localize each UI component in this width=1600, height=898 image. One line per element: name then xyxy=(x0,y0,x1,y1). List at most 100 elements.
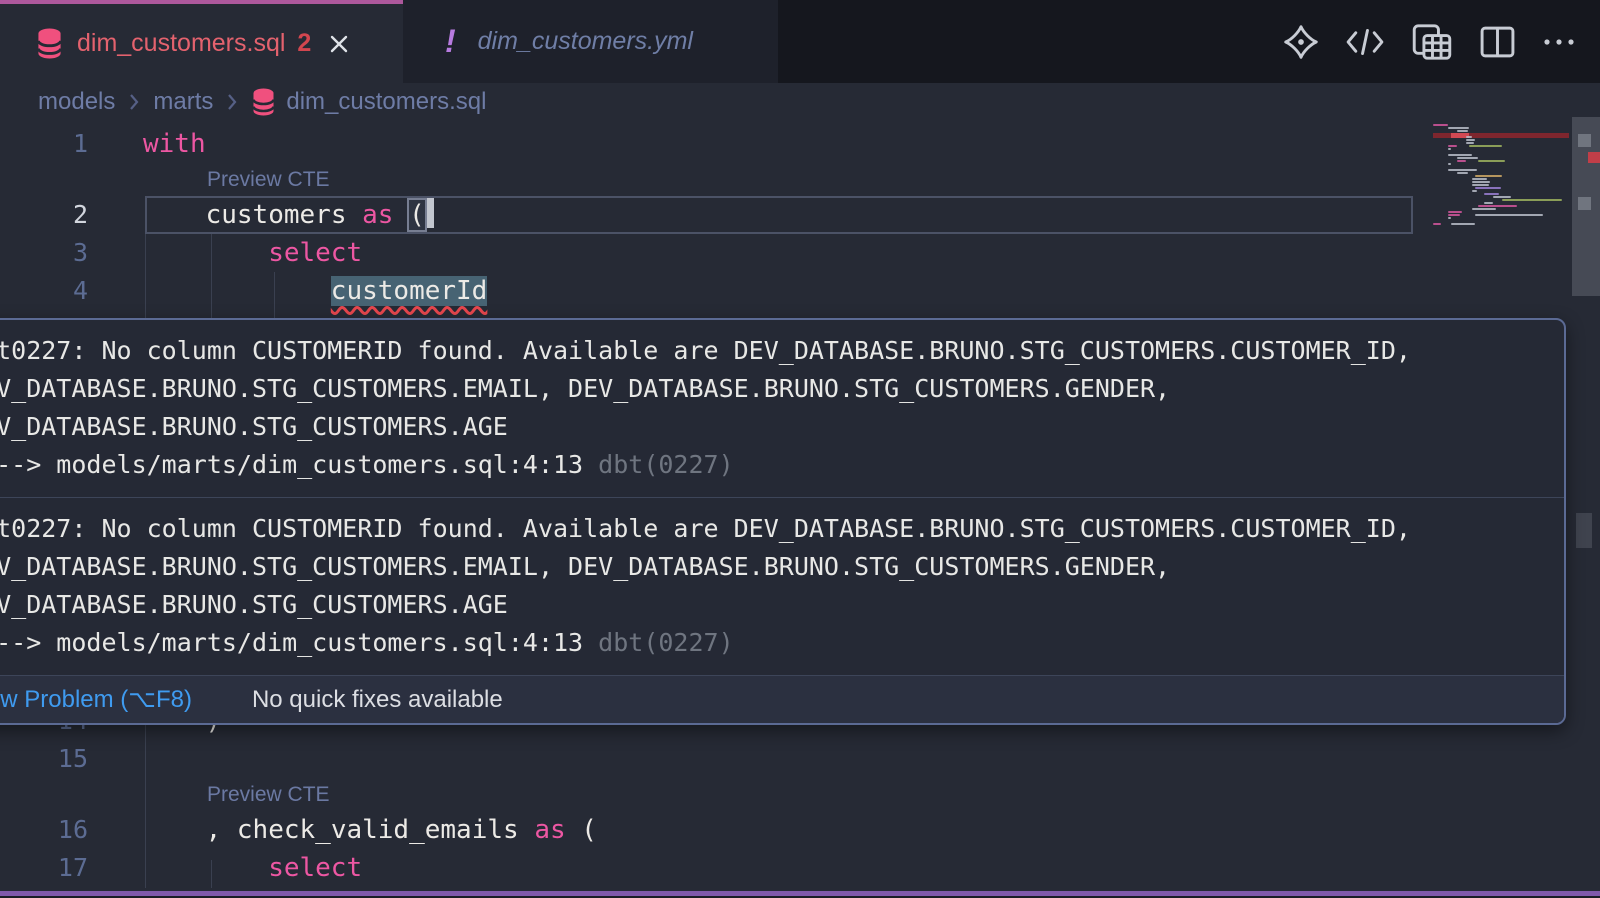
error-messages: dbt0227: No column CUSTOMERID found. Ava… xyxy=(0,320,1564,675)
minimap-code-line xyxy=(1472,178,1487,180)
chevron-right-icon xyxy=(128,92,140,112)
minimap-code-line xyxy=(1451,223,1475,225)
code-line-1[interactable]: 1with xyxy=(0,125,1600,163)
minimap-code-line xyxy=(1448,217,1451,219)
line-number: 17 xyxy=(0,849,88,887)
error-location-line: --> models/marts/dim_customers.sql:4:13 … xyxy=(0,446,1564,484)
minimap-code-line xyxy=(1472,184,1489,186)
error-message-line: dbt0227: No column CUSTOMERID found. Ava… xyxy=(0,510,1564,548)
minimap-code-line xyxy=(1475,187,1501,189)
warning-icon: ! xyxy=(445,23,456,60)
minimap-code-line xyxy=(1448,163,1451,165)
minimap-code-line xyxy=(1448,145,1457,147)
minimap-code-line xyxy=(1448,214,1460,216)
minimap-code-line xyxy=(1472,181,1490,183)
codelens-link[interactable]: Preview CTE xyxy=(207,168,330,191)
tab-error-count-badge: 2 xyxy=(297,29,311,58)
error-source-code: dbt(0227) xyxy=(583,450,734,479)
tab-bar: dim_customers.sql 2 ! dim_customers.yml xyxy=(0,0,1600,83)
minimap-code-line xyxy=(1466,139,1475,141)
minimap-code-line xyxy=(1457,130,1468,132)
code-text: select xyxy=(268,234,362,272)
line-number: 4 xyxy=(0,272,88,310)
error-message-line: DEV_DATABASE.BRUNO.STG_CUSTOMERS.AGE xyxy=(0,408,1564,446)
close-icon[interactable] xyxy=(327,32,351,56)
codelens-preview-cte: Preview CTE xyxy=(0,163,1600,196)
overview-ruler-marker xyxy=(1576,513,1592,548)
no-quick-fixes-label: No quick fixes available xyxy=(252,686,503,714)
codelens-link[interactable]: Preview CTE xyxy=(207,783,330,806)
error-location-line: --> models/marts/dim_customers.sql:4:13 … xyxy=(0,624,1564,662)
code-line-3[interactable]: 3 select xyxy=(0,234,1600,272)
code-rows-top: 1with Preview CTE 2 customers as ( 3 select 4 c… xyxy=(0,125,1600,310)
editor-actions xyxy=(1283,0,1600,83)
line-number: 1 xyxy=(0,125,88,163)
text-cursor xyxy=(427,198,434,228)
minimap-code-line xyxy=(1469,145,1502,147)
dbt-logo-icon[interactable] xyxy=(1283,24,1319,60)
minimap-code-line xyxy=(1478,160,1505,162)
minimap-code-line xyxy=(1448,211,1462,213)
tab-label: dim_customers.yml xyxy=(478,27,693,56)
database-icon xyxy=(36,28,63,59)
minimap-code-line xyxy=(1493,196,1511,198)
line-number: 15 xyxy=(0,740,88,778)
breadcrumb: models marts dim_customers.sql xyxy=(0,83,1600,120)
minimap-code-line xyxy=(1466,136,1472,138)
minimap-code-line xyxy=(1448,154,1472,156)
minimap-code-line xyxy=(1457,172,1468,174)
line-number: 2 xyxy=(0,196,88,234)
split-editor-icon[interactable] xyxy=(1479,25,1516,59)
tab-label: dim_customers.sql xyxy=(77,29,285,58)
error-message-line: DEV_DATABASE.BRUNO.STG_CUSTOMERS.EMAIL, … xyxy=(0,548,1564,586)
error-message-block: dbt0227: No column CUSTOMERID found. Ava… xyxy=(0,320,1564,497)
minimap-code-line xyxy=(1448,148,1451,150)
code-text: select xyxy=(268,849,362,887)
breadcrumb-item-marts[interactable]: marts xyxy=(153,88,213,116)
error-message-line: DEV_DATABASE.BRUNO.STG_CUSTOMERS.AGE xyxy=(0,586,1564,624)
tab-dim-customers-sql[interactable]: dim_customers.sql 2 xyxy=(0,0,403,83)
minimap-code-line xyxy=(1475,175,1502,177)
error-message-line: dbt0227: No column CUSTOMERID found. Ava… xyxy=(0,332,1564,370)
minimap-code-line xyxy=(1478,205,1517,207)
breadcrumb-file[interactable]: dim_customers.sql xyxy=(286,88,486,116)
minimap-code-line xyxy=(1475,214,1543,216)
code-text: customers as ( xyxy=(206,196,434,234)
error-token: customerId xyxy=(331,276,488,306)
code-line-4[interactable]: 4 customerId xyxy=(0,272,1600,310)
code-line-2[interactable]: 2 customers as ( xyxy=(0,196,1600,234)
tab-dim-customers-yml[interactable]: ! dim_customers.yml xyxy=(403,0,778,83)
minimap-code-line xyxy=(1433,223,1441,225)
query-results-icon[interactable] xyxy=(1411,22,1453,62)
minimap-code-line xyxy=(1502,199,1562,201)
overview-ruler-marker xyxy=(1588,152,1600,163)
overview-ruler-marker xyxy=(1578,134,1591,147)
code-line-16[interactable]: 16, check_valid_emails as ( xyxy=(0,811,1600,849)
editor-window: dim_customers.sql 2 ! dim_customers.yml xyxy=(0,0,1600,898)
error-source-code: dbt(0227) xyxy=(583,628,734,657)
minimap-code-line xyxy=(1448,169,1477,171)
chevron-right-icon xyxy=(226,92,238,112)
minimap-error-line xyxy=(1433,133,1569,138)
code-rows-bottom: 14)15Preview CTE16, check_valid_emails a… xyxy=(0,702,1600,887)
minimap-code-line xyxy=(1472,208,1496,210)
overview-ruler-marker xyxy=(1578,197,1591,210)
line-number: 3 xyxy=(0,234,88,272)
compile-code-icon[interactable] xyxy=(1345,25,1385,59)
database-icon xyxy=(251,88,276,116)
more-actions-icon[interactable] xyxy=(1542,36,1576,48)
minimap-code-line xyxy=(1466,142,1474,144)
minimap-code-line xyxy=(1457,160,1466,162)
minimap-code-line xyxy=(1484,202,1493,204)
code-line-17[interactable]: 17 select xyxy=(0,849,1600,887)
code-line-15[interactable]: 15 xyxy=(0,740,1600,778)
scrollbar[interactable] xyxy=(1572,120,1600,898)
error-message-block: dbt0227: No column CUSTOMERID found. Ava… xyxy=(0,498,1564,675)
view-problem-link[interactable]: View Problem (⌥F8) xyxy=(0,685,192,714)
minimap-code-line xyxy=(1448,127,1469,129)
minimap-code-line xyxy=(1472,190,1477,192)
breadcrumb-item-models[interactable]: models xyxy=(38,88,115,116)
codelens-preview-cte: Preview CTE xyxy=(0,778,1600,811)
minimap-code-line xyxy=(1433,124,1448,126)
minimap-code-line xyxy=(1457,157,1478,159)
